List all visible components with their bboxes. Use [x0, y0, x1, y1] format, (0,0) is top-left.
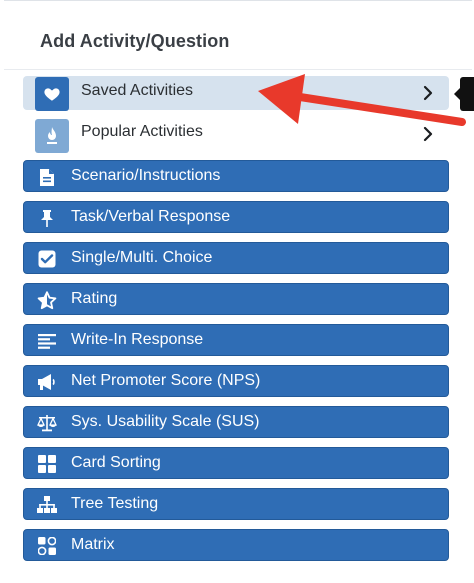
activity-label: Tree Testing	[71, 495, 159, 512]
chevron-right-icon	[423, 126, 433, 142]
add-card-sorting-button[interactable]: Card Sorting	[23, 447, 449, 479]
tooltip-tab	[454, 77, 474, 111]
activity-label: Single/Multi. Choice	[71, 249, 213, 266]
add-task-verbal-response-button[interactable]: Task/Verbal Response	[23, 201, 449, 233]
add-system-usability-scale-button[interactable]: Sys. Usability Scale (SUS)	[23, 406, 449, 438]
activity-label: Rating	[71, 290, 118, 307]
add-activity-panel: Add Activity/Question Saved Activities P…	[4, 0, 472, 583]
flame-icon	[35, 119, 69, 153]
pin-icon	[37, 208, 57, 228]
add-single-multi-choice-button[interactable]: Single/Multi. Choice	[23, 242, 449, 274]
add-write-in-response-button[interactable]: Write-In Response	[23, 324, 449, 356]
activity-label: Card Sorting	[71, 454, 161, 471]
chevron-right-icon	[423, 85, 433, 101]
star-icon	[37, 290, 57, 310]
add-net-promoter-score-button[interactable]: Net Promoter Score (NPS)	[23, 365, 449, 397]
add-rating-button[interactable]: Rating	[23, 283, 449, 315]
activity-label: Write-In Response	[71, 331, 204, 348]
category-saved-activities[interactable]: Saved Activities	[23, 76, 449, 111]
activity-label: Net Promoter Score (NPS)	[71, 372, 261, 389]
activity-label: Sys. Usability Scale (SUS)	[71, 413, 260, 430]
activity-label: Task/Verbal Response	[71, 208, 231, 225]
add-scenario-instructions-button[interactable]: Scenario/Instructions	[23, 160, 449, 192]
activity-label: Scenario/Instructions	[71, 167, 221, 184]
category-label: Saved Activities	[81, 82, 194, 99]
megaphone-icon	[37, 372, 57, 392]
category-label: Popular Activities	[81, 123, 203, 140]
category-popular-activities[interactable]: Popular Activities	[23, 117, 449, 153]
add-matrix-button[interactable]: Matrix	[23, 529, 449, 561]
scale-icon	[37, 413, 57, 433]
heart-icon	[35, 77, 69, 111]
panel-title: Add Activity/Question	[40, 31, 230, 51]
add-tree-testing-button[interactable]: Tree Testing	[23, 488, 449, 520]
activity-label: Matrix	[71, 536, 115, 553]
grid-icon	[37, 454, 57, 474]
text-lines-icon	[37, 331, 57, 351]
divider	[4, 69, 472, 70]
sitemap-icon	[37, 495, 57, 515]
checkbox-icon	[37, 249, 57, 269]
matrix-icon	[37, 536, 57, 556]
document-icon	[37, 167, 57, 187]
